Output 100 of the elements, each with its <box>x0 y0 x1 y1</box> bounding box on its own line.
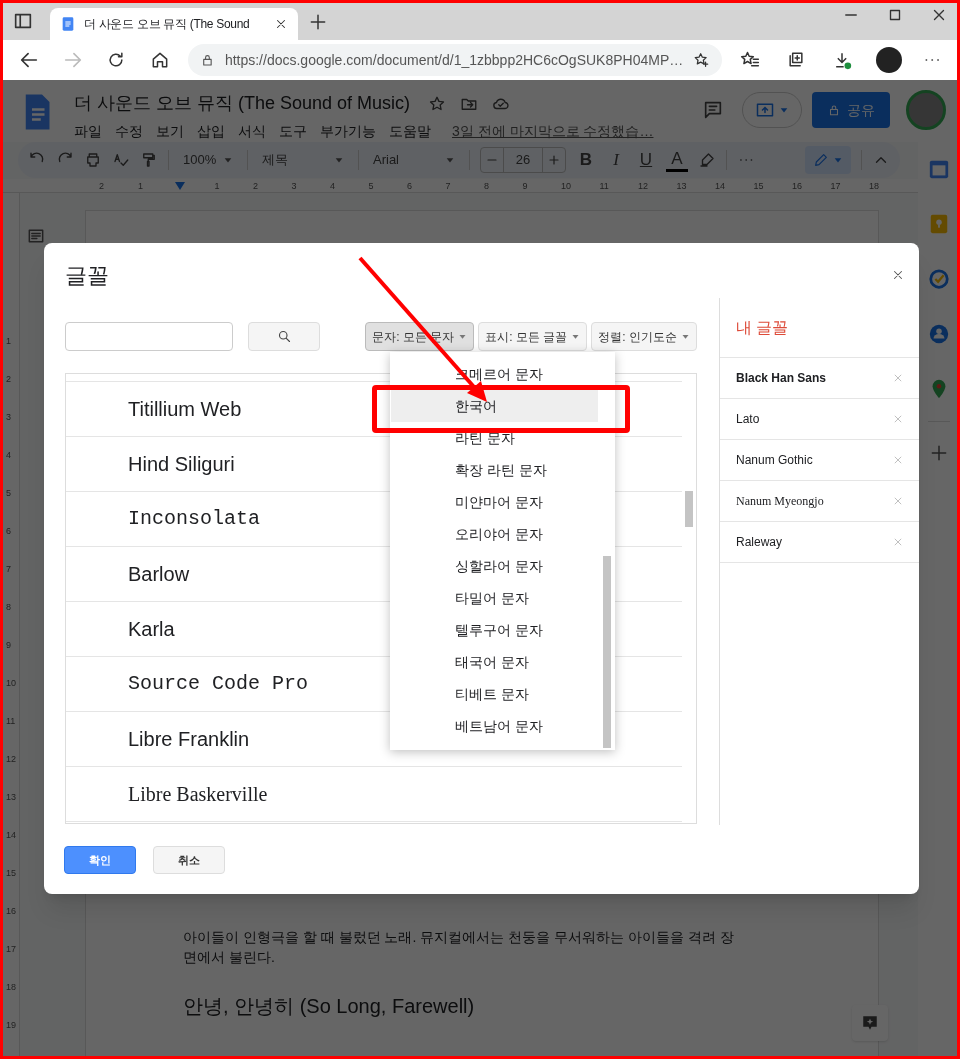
ruler-number: 5 <box>368 180 374 193</box>
cancel-button[interactable]: 취소 <box>153 846 225 874</box>
ruler-number: 13 <box>6 792 16 802</box>
ruler-number: 10 <box>6 678 16 688</box>
ruler-number: 9 <box>522 180 528 193</box>
ruler-number: 18 <box>6 982 16 992</box>
remove-icon[interactable] <box>893 455 903 465</box>
task-check-icon[interactable] <box>928 268 950 290</box>
ruler-number: 2 <box>99 180 104 193</box>
caret-icon <box>334 155 344 165</box>
dialog-title: 글꼴 <box>65 262 109 290</box>
caret-icon <box>681 332 690 341</box>
filter-dropdown[interactable]: 표시: 모든 글꼴 <box>478 322 588 351</box>
star-icon[interactable] <box>428 94 447 113</box>
indent-marker-icon[interactable] <box>174 181 186 191</box>
font-option[interactable]: Libre Baskerville <box>66 767 682 822</box>
ruler-number: 17 <box>830 180 841 193</box>
print-icon[interactable] <box>84 151 102 169</box>
my-font-name: Raleway <box>736 534 784 551</box>
search-field[interactable] <box>65 322 233 351</box>
ruler-number: 11 <box>599 180 609 193</box>
url-text: https://docs.google.com/document/d/1_1zbbpp2HC6cOgSUK8PH04MP… <box>224 50 684 70</box>
ruler-number: 16 <box>6 906 16 916</box>
ruler-number: 18 <box>869 180 879 193</box>
ruler-number: 14 <box>6 830 16 840</box>
lock-icon <box>827 103 841 117</box>
remove-icon[interactable] <box>893 537 903 547</box>
explore-button[interactable] <box>852 1005 888 1041</box>
caret-icon <box>223 155 233 165</box>
filter-dropdown[interactable]: 정렬: 인기도순 <box>591 322 697 351</box>
home-icon[interactable] <box>150 50 170 70</box>
remove-icon[interactable] <box>893 373 903 383</box>
ruler-number: 7 <box>445 180 451 193</box>
ruler-number: 2 <box>253 180 258 193</box>
add-favorite-icon[interactable] <box>693 51 710 69</box>
contacts-icon[interactable] <box>928 323 950 345</box>
add-icon[interactable] <box>929 443 949 463</box>
caret-icon <box>445 155 455 165</box>
collections-icon[interactable] <box>786 50 806 70</box>
ruler-number: 19 <box>6 1020 16 1030</box>
document-heading: 안녕, 안녕히 (So Long, Farewell) <box>183 994 476 1019</box>
search-button[interactable] <box>248 322 320 351</box>
caret-icon <box>833 155 843 165</box>
my-fonts-heading: 내 글꼴 <box>736 317 789 338</box>
spellcheck-icon[interactable] <box>112 151 130 169</box>
ruler-number: 15 <box>6 868 16 878</box>
ruler-number: 14 <box>715 180 725 193</box>
editing-mode-button[interactable] <box>805 146 851 174</box>
my-font-name: Black Han Sans <box>736 370 828 387</box>
browser-tab[interactable]: 더 사운드 오브 뮤직 (The Sound <box>50 8 298 40</box>
ruler-number: 3 <box>6 412 11 422</box>
scrollbar-thumb[interactable] <box>603 556 611 748</box>
address-bar[interactable]: https://docs.google.com/document/d/1_1zbbpp2HC6cOgSUK8PH04MP… <box>188 44 722 76</box>
present-icon <box>755 100 775 120</box>
outline-icon[interactable] <box>26 226 46 246</box>
ruler-number: 10 <box>561 180 571 193</box>
ruler-number: 1 <box>6 336 11 346</box>
ruler-number: 4 <box>330 180 335 193</box>
close-icon[interactable] <box>891 268 905 282</box>
pencil-icon <box>813 152 829 168</box>
ruler-number: 12 <box>6 754 16 764</box>
ruler-number: 12 <box>638 180 648 193</box>
sparkle-icon <box>861 1014 879 1032</box>
search-icon <box>276 329 292 344</box>
document-paragraph: 아이들이 인형극을 할 때 불렀던 노래. 뮤지컬에서는 천둥을 무서워하는 아이들을 격려 장면에서 불린다. <box>183 928 735 967</box>
remove-icon[interactable] <box>893 496 903 506</box>
my-font-name: Lato <box>736 411 761 428</box>
ruler-number: 9 <box>6 640 11 650</box>
caret-icon <box>571 332 581 341</box>
ruler-number: 4 <box>6 450 11 460</box>
calendar-icon[interactable] <box>928 158 950 180</box>
scrollbar-thumb[interactable] <box>685 491 693 527</box>
ruler-number: 6 <box>407 180 412 193</box>
highlight-icon[interactable] <box>698 151 716 169</box>
ruler-number: 17 <box>6 944 16 954</box>
ruler-number: 7 <box>6 564 11 574</box>
my-font-name: Nanum Gothic <box>736 452 814 469</box>
dropdown-option[interactable]: 한국어 <box>391 390 598 422</box>
reload-icon[interactable] <box>106 50 126 70</box>
account-avatar[interactable] <box>906 90 946 130</box>
remove-icon[interactable] <box>893 414 903 424</box>
ruler-number: 5 <box>6 488 11 498</box>
ruler-number: 11 <box>6 716 16 726</box>
lock-icon <box>200 52 215 68</box>
paint-format-icon[interactable] <box>140 151 158 169</box>
ruler-number: 16 <box>792 180 802 193</box>
ruler-number: 3 <box>291 180 297 193</box>
ruler-number: 13 <box>676 180 687 193</box>
comment-icon[interactable] <box>702 99 724 121</box>
ruler-number: 15 <box>753 180 764 193</box>
favorites-icon[interactable] <box>740 50 760 70</box>
caret-icon <box>458 332 468 341</box>
ruler-number: 2 <box>6 374 11 384</box>
tab-title: 더 사운드 오브 뮤직 (The Sound <box>84 16 251 33</box>
caret-icon <box>779 105 789 115</box>
new-tab-icon[interactable] <box>308 12 328 32</box>
profile-avatar[interactable] <box>876 47 902 73</box>
ruler-number: 6 <box>6 526 11 536</box>
close-icon[interactable] <box>274 17 288 31</box>
lightbulb-note-icon[interactable] <box>928 213 950 235</box>
